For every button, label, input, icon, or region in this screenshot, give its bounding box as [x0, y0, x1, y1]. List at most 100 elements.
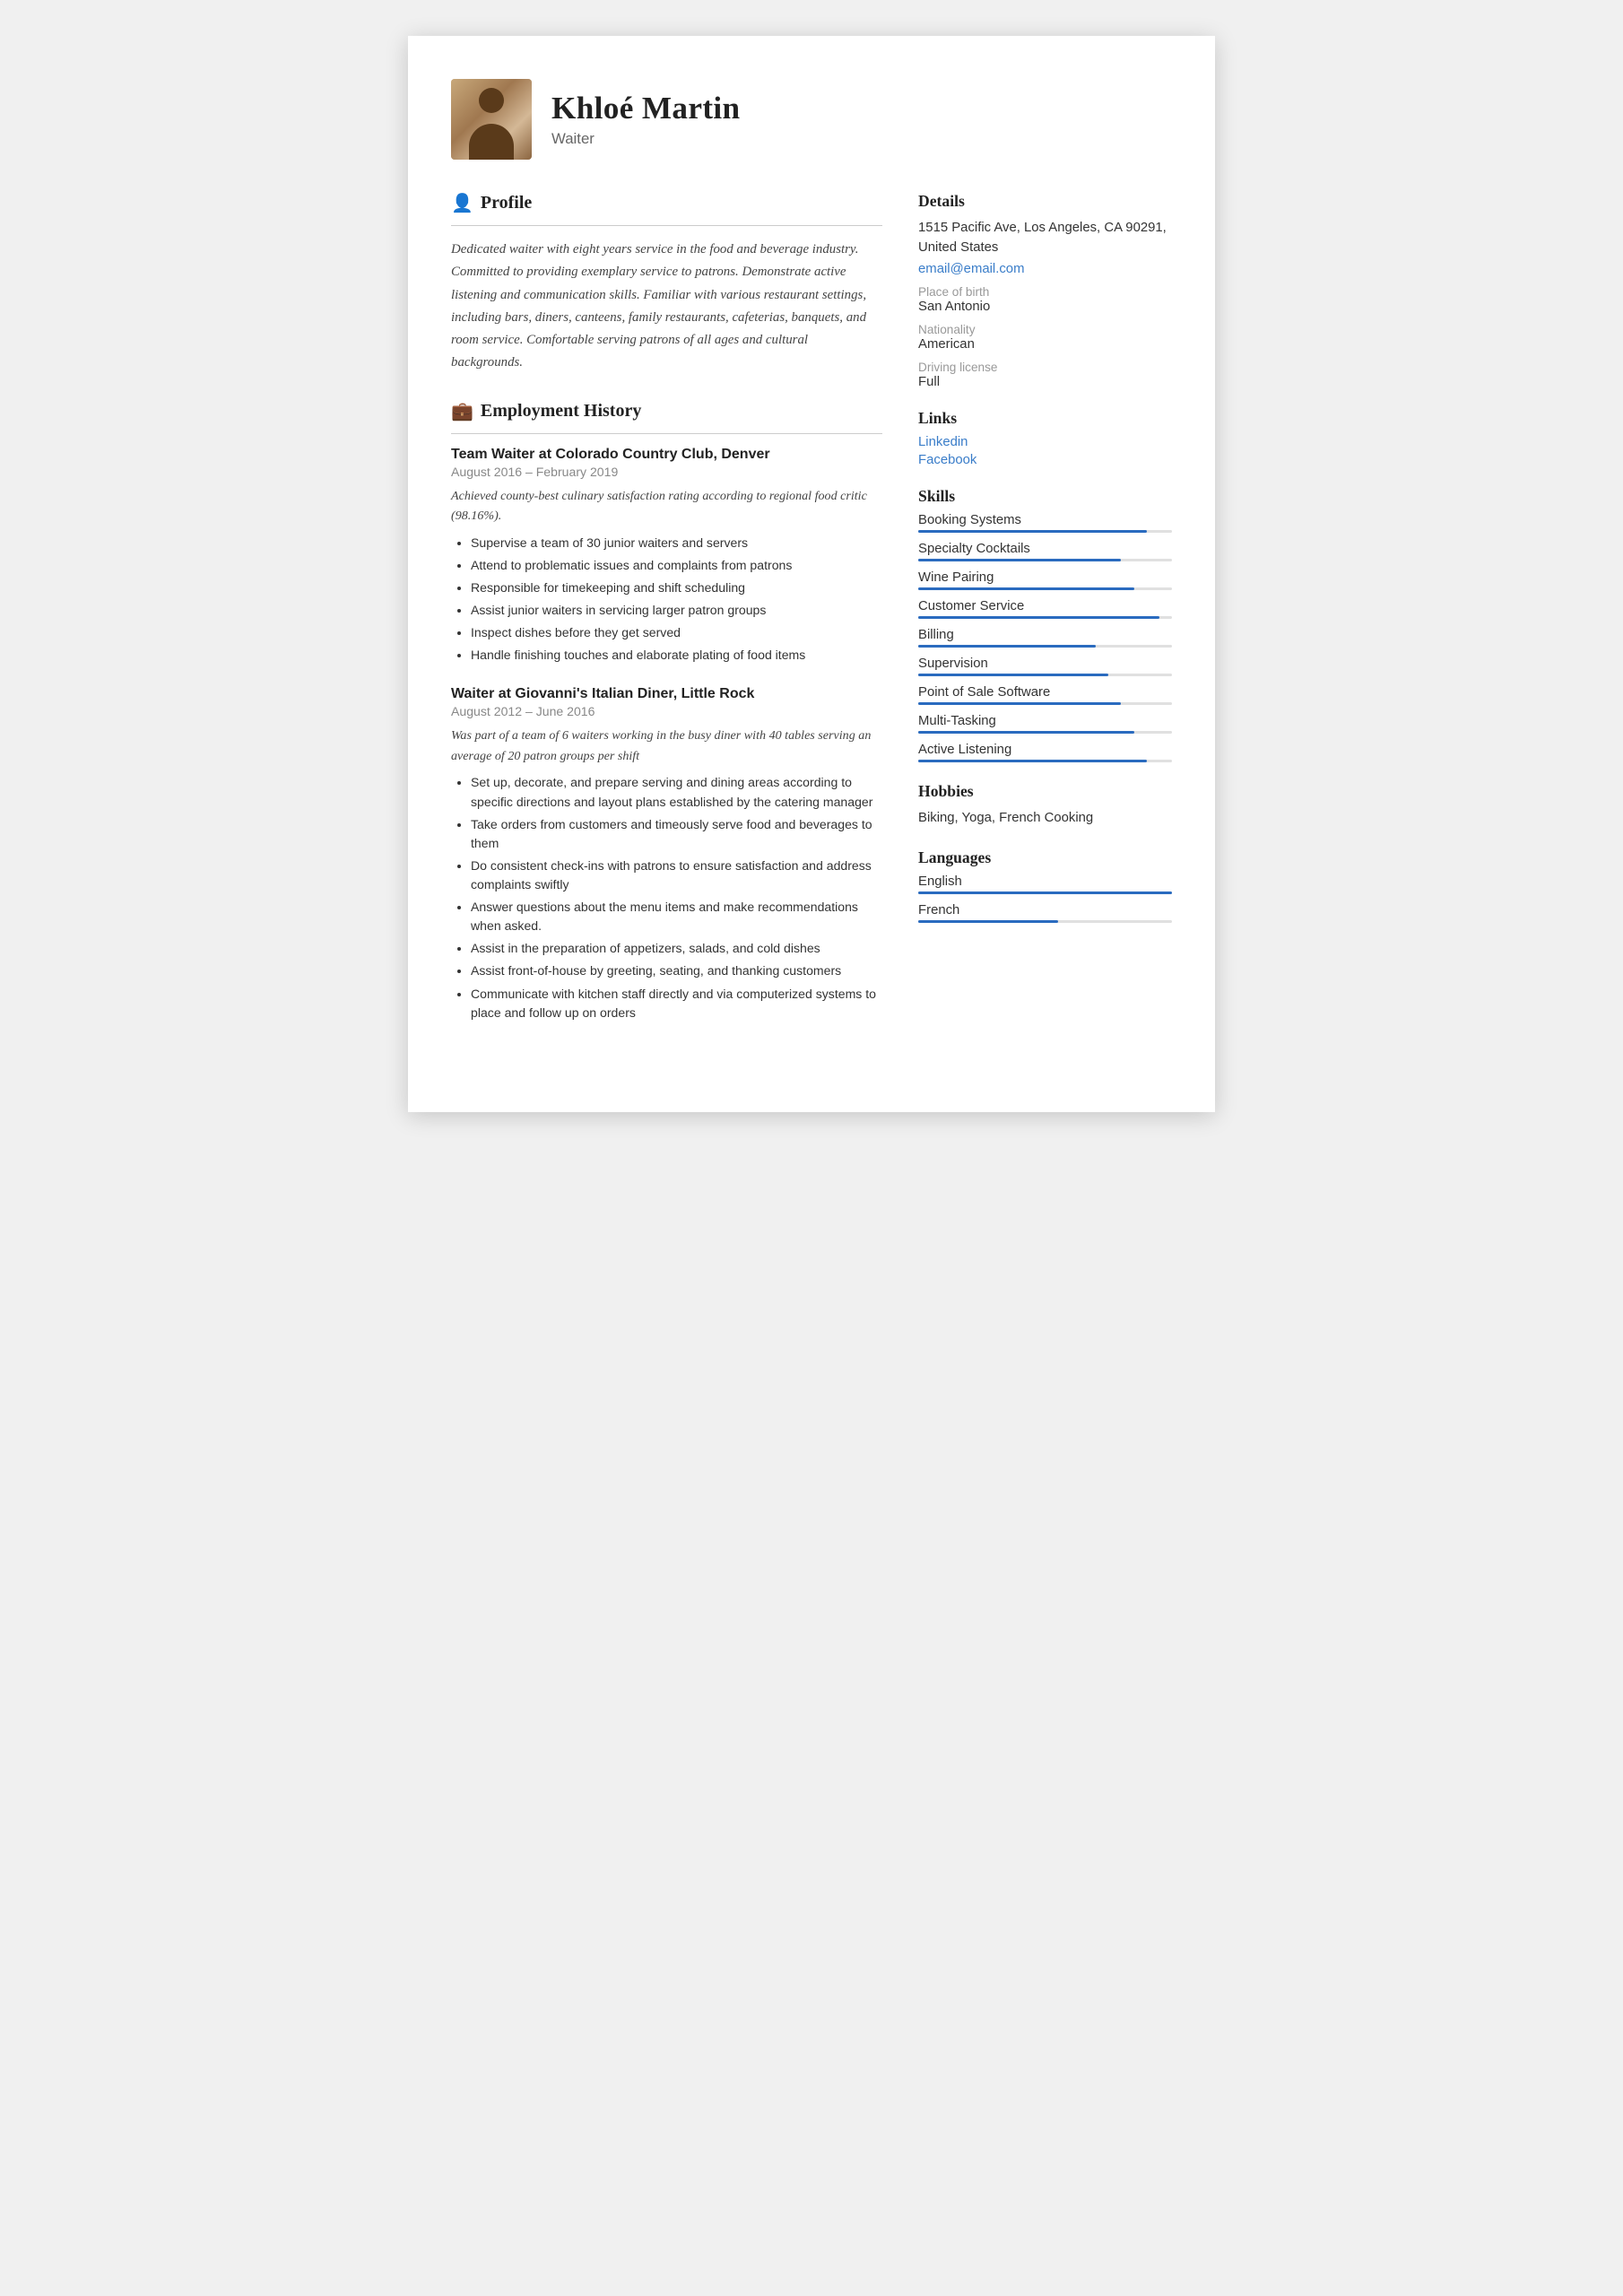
link-facebook[interactable]: Facebook — [918, 453, 1172, 467]
details-section: Details 1515 Pacific Ave, Los Angeles, C… — [918, 192, 1172, 389]
skill-bar-bg — [918, 645, 1172, 648]
profile-section: 👤 Profile Dedicated waiter with eight ye… — [451, 192, 882, 375]
bullet: Assist in the preparation of appetizers,… — [471, 939, 882, 958]
profile-divider — [451, 225, 882, 226]
skill-bar-bg — [918, 616, 1172, 619]
language-name: English — [918, 874, 1172, 889]
bullet: Responsible for timekeeping and shift sc… — [471, 578, 882, 597]
right-column: Details 1515 Pacific Ave, Los Angeles, C… — [918, 192, 1172, 1048]
profile-section-title: 👤 Profile — [451, 192, 882, 214]
nationality-value: American — [918, 337, 1172, 352]
driving-license-value: Full — [918, 375, 1172, 389]
skill-name: Active Listening — [918, 743, 1172, 757]
job-bullets-1: Supervise a team of 30 junior waiters an… — [451, 534, 882, 665]
job-entry-1: Team Waiter at Colorado Country Club, De… — [451, 447, 882, 665]
skill-name: Wine Pairing — [918, 570, 1172, 585]
bullet: Assist front-of-house by greeting, seati… — [471, 961, 882, 980]
language-bar-fill — [918, 891, 1172, 894]
skill-name: Booking Systems — [918, 513, 1172, 527]
skill-bar-bg — [918, 674, 1172, 676]
avatar-image — [451, 79, 532, 160]
job-title-1: Team Waiter at Colorado Country Club, De… — [451, 447, 882, 463]
place-of-birth-label: Place of birth — [918, 285, 1172, 299]
languages-list: English French — [918, 874, 1172, 923]
left-column: 👤 Profile Dedicated waiter with eight ye… — [451, 192, 882, 1048]
skill-name: Billing — [918, 628, 1172, 642]
skills-list: Booking Systems Specialty Cocktails Wine… — [918, 513, 1172, 762]
bullet: Handle finishing touches and elaborate p… — [471, 646, 882, 665]
link-linkedin[interactable]: Linkedin — [918, 435, 1172, 449]
skill-bar-fill — [918, 731, 1134, 734]
language-bar-bg — [918, 891, 1172, 894]
job-bullets-2: Set up, decorate, and prepare serving an… — [451, 773, 882, 1022]
hobbies-text: Biking, Yoga, French Cooking — [918, 808, 1172, 830]
skill-bar-bg — [918, 530, 1172, 533]
bullet: Take orders from customers and timeously… — [471, 815, 882, 853]
main-layout: 👤 Profile Dedicated waiter with eight ye… — [451, 192, 1172, 1048]
language-item: French — [918, 903, 1172, 923]
header-info: Khloé Martin Waiter — [551, 91, 1172, 148]
bullet: Set up, decorate, and prepare serving an… — [471, 773, 882, 811]
skills-title: Skills — [918, 487, 1172, 506]
candidate-name: Khloé Martin — [551, 91, 1172, 126]
skill-bar-bg — [918, 559, 1172, 561]
skill-bar-fill — [918, 645, 1096, 648]
language-bar-bg — [918, 920, 1172, 923]
skill-bar-bg — [918, 731, 1172, 734]
skill-name: Customer Service — [918, 599, 1172, 613]
skill-name: Supervision — [918, 657, 1172, 671]
bullet: Supervise a team of 30 junior waiters an… — [471, 534, 882, 552]
language-bar-fill — [918, 920, 1058, 923]
skill-bar-fill — [918, 587, 1134, 590]
skill-item: Multi-Tasking — [918, 714, 1172, 734]
job-dates-1: August 2016 – February 2019 — [451, 465, 882, 479]
languages-title: Languages — [918, 848, 1172, 867]
profile-icon: 👤 — [451, 192, 473, 214]
candidate-title: Waiter — [551, 130, 1172, 148]
job-entry-2: Waiter at Giovanni's Italian Diner, Litt… — [451, 686, 882, 1022]
skill-item: Customer Service — [918, 599, 1172, 619]
skill-name: Multi-Tasking — [918, 714, 1172, 728]
avatar — [451, 79, 532, 160]
profile-text: Dedicated waiter with eight years servic… — [451, 239, 882, 375]
skill-item: Wine Pairing — [918, 570, 1172, 590]
bullet: Inspect dishes before they get served — [471, 623, 882, 642]
skill-item: Point of Sale Software — [918, 685, 1172, 705]
resume-header: Khloé Martin Waiter — [451, 79, 1172, 160]
detail-address: 1515 Pacific Ave, Los Angeles, CA 90291,… — [918, 218, 1172, 258]
employment-section-title: 💼 Employment History — [451, 400, 882, 422]
skill-bar-bg — [918, 587, 1172, 590]
skill-item: Booking Systems — [918, 513, 1172, 533]
details-title: Details — [918, 192, 1172, 211]
skill-bar-fill — [918, 530, 1147, 533]
skill-name: Point of Sale Software — [918, 685, 1172, 700]
language-item: English — [918, 874, 1172, 894]
languages-section: Languages English French — [918, 848, 1172, 923]
skill-bar-fill — [918, 616, 1159, 619]
employment-icon: 💼 — [451, 400, 473, 422]
bullet: Attend to problematic issues and complai… — [471, 556, 882, 575]
bullet: Communicate with kitchen staff directly … — [471, 985, 882, 1022]
skill-bar-bg — [918, 702, 1172, 705]
skill-item: Billing — [918, 628, 1172, 648]
driving-license-label: Driving license — [918, 361, 1172, 374]
skill-bar-fill — [918, 702, 1121, 705]
job-title-2: Waiter at Giovanni's Italian Diner, Litt… — [451, 686, 882, 702]
job-dates-2: August 2012 – June 2016 — [451, 704, 882, 718]
bullet: Do consistent check-ins with patrons to … — [471, 857, 882, 894]
job-summary-2: Was part of a team of 6 waiters working … — [451, 726, 882, 766]
hobbies-section: Hobbies Biking, Yoga, French Cooking — [918, 782, 1172, 830]
bullet: Answer questions about the menu items an… — [471, 898, 882, 935]
skill-name: Specialty Cocktails — [918, 542, 1172, 556]
links-title: Links — [918, 409, 1172, 428]
resume-page: Khloé Martin Waiter 👤 Profile Dedicated … — [408, 36, 1215, 1112]
nationality-label: Nationality — [918, 323, 1172, 336]
skills-section: Skills Booking Systems Specialty Cocktai… — [918, 487, 1172, 762]
skill-item: Active Listening — [918, 743, 1172, 762]
job-summary-1: Achieved county-best culinary satisfacti… — [451, 486, 882, 526]
detail-email: email@email.com — [918, 262, 1172, 276]
skill-bar-fill — [918, 674, 1108, 676]
skill-bar-fill — [918, 559, 1121, 561]
hobbies-title: Hobbies — [918, 782, 1172, 801]
skill-item: Supervision — [918, 657, 1172, 676]
